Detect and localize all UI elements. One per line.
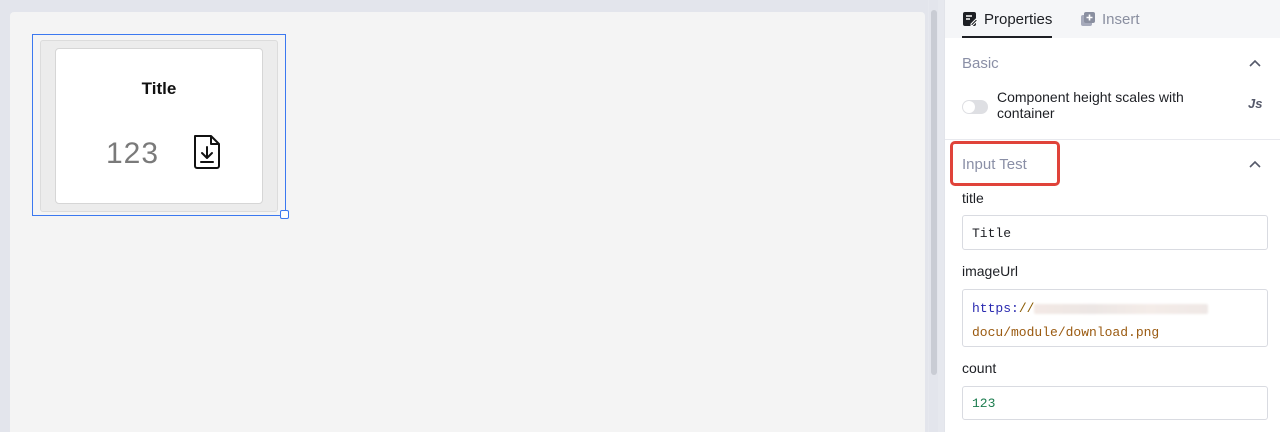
input-test-section-heading[interactable]: Input Test bbox=[962, 156, 1027, 173]
tab-properties-label: Properties bbox=[984, 10, 1053, 28]
js-icon[interactable]: Js bbox=[1248, 96, 1262, 111]
tab-properties[interactable]: Properties bbox=[962, 0, 1053, 38]
tab-insert-label: Insert bbox=[1102, 10, 1140, 28]
url-protocol: https: bbox=[972, 301, 1019, 316]
chevron-up-icon[interactable] bbox=[1248, 58, 1262, 68]
edit-doc-icon bbox=[963, 12, 978, 26]
editor-canvas-area: Title 123 bbox=[0, 0, 928, 432]
count-field-label: count bbox=[962, 360, 997, 376]
canvas-scrollbar[interactable] bbox=[929, 0, 938, 432]
redacted-host bbox=[1034, 303, 1209, 314]
properties-panel: Properties Insert Basic Component height… bbox=[944, 0, 1280, 432]
chevron-up-icon[interactable] bbox=[1248, 159, 1262, 169]
component-card[interactable]: Title 123 bbox=[55, 48, 263, 204]
count-field[interactable]: 123 bbox=[962, 386, 1268, 420]
imageurl-field[interactable]: https:// docu/module/download.png bbox=[962, 289, 1268, 347]
imageurl-line-1: https:// bbox=[972, 297, 1258, 321]
tab-insert[interactable]: Insert bbox=[1080, 0, 1140, 38]
toggle-label: Component height scales with container bbox=[997, 89, 1184, 121]
card-count: 123 bbox=[106, 137, 160, 170]
imageurl-field-label: imageUrl bbox=[962, 263, 1019, 279]
add-square-icon bbox=[1081, 12, 1095, 26]
resize-handle[interactable] bbox=[280, 210, 289, 219]
basic-section-heading[interactable]: Basic bbox=[962, 55, 999, 72]
section-divider bbox=[945, 139, 1280, 140]
title-field[interactable]: Title bbox=[962, 215, 1268, 250]
url-path: docu/module/download.png bbox=[972, 325, 1160, 340]
file-download-icon bbox=[194, 135, 220, 169]
panel-tabs: Properties Insert bbox=[945, 0, 1280, 38]
card-title: Title bbox=[141, 79, 177, 98]
url-slashes: // bbox=[1018, 301, 1035, 316]
scrollbar-thumb[interactable] bbox=[931, 10, 937, 375]
height-scale-toggle[interactable] bbox=[962, 100, 988, 114]
title-field-label: title bbox=[962, 190, 984, 206]
